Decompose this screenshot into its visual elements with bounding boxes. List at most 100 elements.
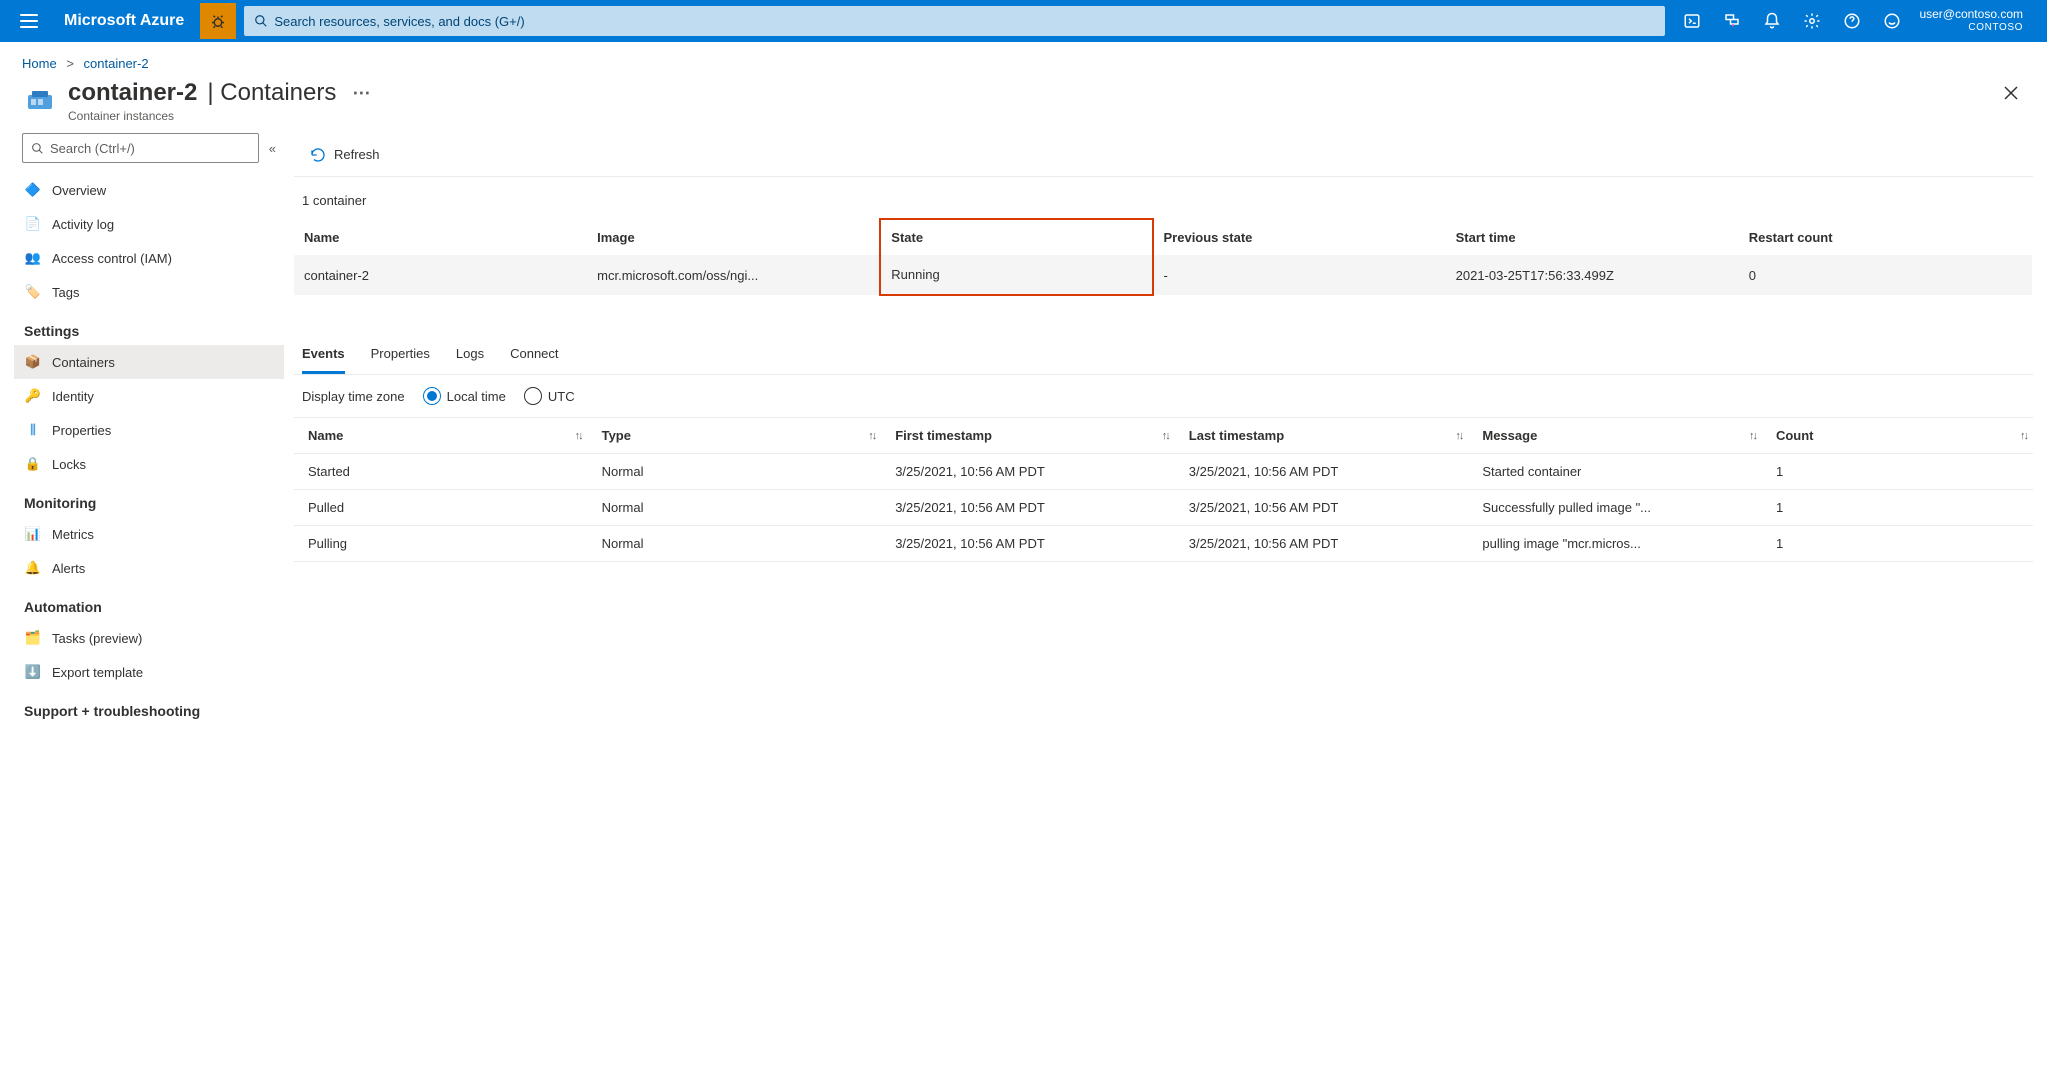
toolbar: Refresh (294, 133, 2033, 177)
cloud-shell-icon[interactable] (1673, 0, 1711, 42)
side-nav: Search (Ctrl+/) « 🔷Overview 📄Activity lo… (14, 133, 294, 725)
activity-log-icon: 📄 (24, 216, 42, 232)
topbar-icons: user@contoso.com CONTOSO (1673, 0, 2037, 42)
sort-icon: ↑↓ (1455, 430, 1462, 442)
sidebar-item-overview[interactable]: 🔷Overview (14, 173, 284, 207)
table-row[interactable]: container-2 mcr.microsoft.com/oss/ngi...… (294, 255, 2032, 295)
cell-state: Running (880, 255, 1152, 295)
ecol-name[interactable]: Name↑↓ (294, 418, 588, 454)
sidenav-search-input[interactable]: Search (Ctrl+/) (22, 133, 259, 163)
ecol-last[interactable]: Last timestamp↑↓ (1175, 418, 1469, 454)
sidebar-item-identity[interactable]: 🔑Identity (14, 379, 284, 413)
sidenav-search-placeholder: Search (Ctrl+/) (50, 141, 135, 156)
settings-icon[interactable] (1793, 0, 1831, 42)
global-search-input[interactable]: Search resources, services, and docs (G+… (244, 6, 1665, 36)
cell: 3/25/2021, 10:56 AM PDT (881, 526, 1175, 562)
sidebar-item-activity-log[interactable]: 📄Activity log (14, 207, 284, 241)
breadcrumb-current[interactable]: container-2 (84, 56, 149, 71)
menu-icon[interactable] (10, 14, 48, 28)
user-account[interactable]: user@contoso.com CONTOSO (1913, 8, 2037, 33)
sidebar-item-metrics[interactable]: 📊Metrics (14, 517, 284, 551)
directories-icon[interactable] (1713, 0, 1751, 42)
cell: Normal (588, 454, 882, 490)
cell: 1 (1762, 490, 2033, 526)
ecol-count[interactable]: Count↑↓ (1762, 418, 2033, 454)
brand-label[interactable]: Microsoft Azure (48, 12, 200, 30)
events-table: Name↑↓ Type↑↓ First timestamp↑↓ Last tim… (294, 417, 2033, 562)
sidebar-item-tags[interactable]: 🏷️Tags (14, 275, 284, 309)
cell-name: container-2 (294, 255, 587, 295)
sidebar-item-tasks[interactable]: 🗂️ Tasks (preview) (14, 621, 284, 655)
col-state[interactable]: State (880, 219, 1152, 255)
sort-icon: ↑↓ (868, 430, 875, 442)
breadcrumb-sep: > (66, 56, 74, 71)
feedback-icon[interactable] (1873, 0, 1911, 42)
table-header-row: Name Image State Previous state Start ti… (294, 219, 2032, 255)
col-prev-state[interactable]: Previous state (1153, 219, 1446, 255)
locks-icon: 🔒 (24, 456, 42, 472)
sidebar-label: Tasks (preview) (52, 631, 142, 646)
cell: 3/25/2021, 10:56 AM PDT (881, 454, 1175, 490)
cell: 3/25/2021, 10:56 AM PDT (881, 490, 1175, 526)
sidebar-label: Tags (52, 285, 79, 300)
event-row[interactable]: Pulling Normal 3/25/2021, 10:56 AM PDT 3… (294, 526, 2033, 562)
sidebar-item-containers[interactable]: 📦Containers (14, 345, 284, 379)
page-title-section: Containers (220, 79, 336, 106)
overview-icon: 🔷 (24, 182, 42, 198)
properties-icon: ⫼ (24, 422, 42, 438)
iam-icon: 👥 (24, 250, 42, 266)
notifications-icon[interactable] (1753, 0, 1791, 42)
col-name[interactable]: Name (294, 219, 587, 255)
sidebar-item-export-template[interactable]: ⬇️ Export template (14, 655, 284, 689)
tab-logs[interactable]: Logs (456, 340, 484, 374)
event-row[interactable]: Started Normal 3/25/2021, 10:56 AM PDT 3… (294, 454, 2033, 490)
sidebar-label: Metrics (52, 527, 94, 542)
help-icon[interactable] (1833, 0, 1871, 42)
sidebar-item-access-control[interactable]: 👥 Access control (IAM) (14, 241, 284, 275)
sidebar-item-alerts[interactable]: 🔔Alerts (14, 551, 284, 585)
collapse-nav-icon[interactable]: « (269, 141, 276, 156)
sidebar-label: Export template (52, 665, 143, 680)
radio-local-time[interactable]: Local time (423, 387, 506, 405)
tab-connect[interactable]: Connect (510, 340, 558, 374)
cell: 3/25/2021, 10:56 AM PDT (1175, 454, 1469, 490)
cell: Pulled (294, 490, 588, 526)
sidebar-label: Access control (IAM) (52, 251, 172, 266)
cell: 1 (1762, 526, 2033, 562)
export-icon: ⬇️ (24, 664, 42, 680)
tab-events[interactable]: Events (302, 340, 345, 374)
topbar: Microsoft Azure Search resources, servic… (0, 0, 2047, 42)
col-restart-count[interactable]: Restart count (1739, 219, 2032, 255)
sort-icon: ↑↓ (1749, 430, 1756, 442)
report-bug-icon[interactable] (200, 3, 236, 39)
col-image[interactable]: Image (587, 219, 880, 255)
tab-properties[interactable]: Properties (371, 340, 430, 374)
user-email: user@contoso.com (1919, 8, 2023, 22)
cell: Normal (588, 526, 882, 562)
sort-icon: ↑↓ (1162, 430, 1169, 442)
radio-utc[interactable]: UTC (524, 387, 575, 405)
more-actions-icon[interactable]: ⋯ (352, 83, 370, 104)
col-start-time[interactable]: Start time (1446, 219, 1739, 255)
sidebar-item-properties[interactable]: ⫼ Properties (14, 413, 284, 447)
timezone-selector: Display time zone Local time UTC (294, 375, 2033, 417)
cell: 1 (1762, 454, 2033, 490)
containers-icon: 📦 (24, 354, 42, 370)
refresh-button[interactable]: Refresh (302, 141, 388, 169)
ecol-type[interactable]: Type↑↓ (588, 418, 882, 454)
nav-heading-settings: Settings (14, 309, 284, 345)
event-row[interactable]: Pulled Normal 3/25/2021, 10:56 AM PDT 3/… (294, 490, 2033, 526)
breadcrumb-home[interactable]: Home (22, 56, 57, 71)
cell: Successfully pulled image "... (1468, 490, 1762, 526)
sidebar-item-locks[interactable]: 🔒Locks (14, 447, 284, 481)
page-title-resource: container-2 (68, 79, 197, 107)
ecol-message[interactable]: Message↑↓ (1468, 418, 1762, 454)
cell: Started (294, 454, 588, 490)
close-blade-button[interactable] (1997, 79, 2025, 110)
main-content: Refresh 1 container Name Image State Pre… (294, 133, 2047, 725)
cell: Normal (588, 490, 882, 526)
ecol-first[interactable]: First timestamp↑↓ (881, 418, 1175, 454)
sidebar-label: Properties (52, 423, 111, 438)
cell-start: 2021-03-25T17:56:33.499Z (1446, 255, 1739, 295)
tasks-icon: 🗂️ (24, 630, 42, 646)
